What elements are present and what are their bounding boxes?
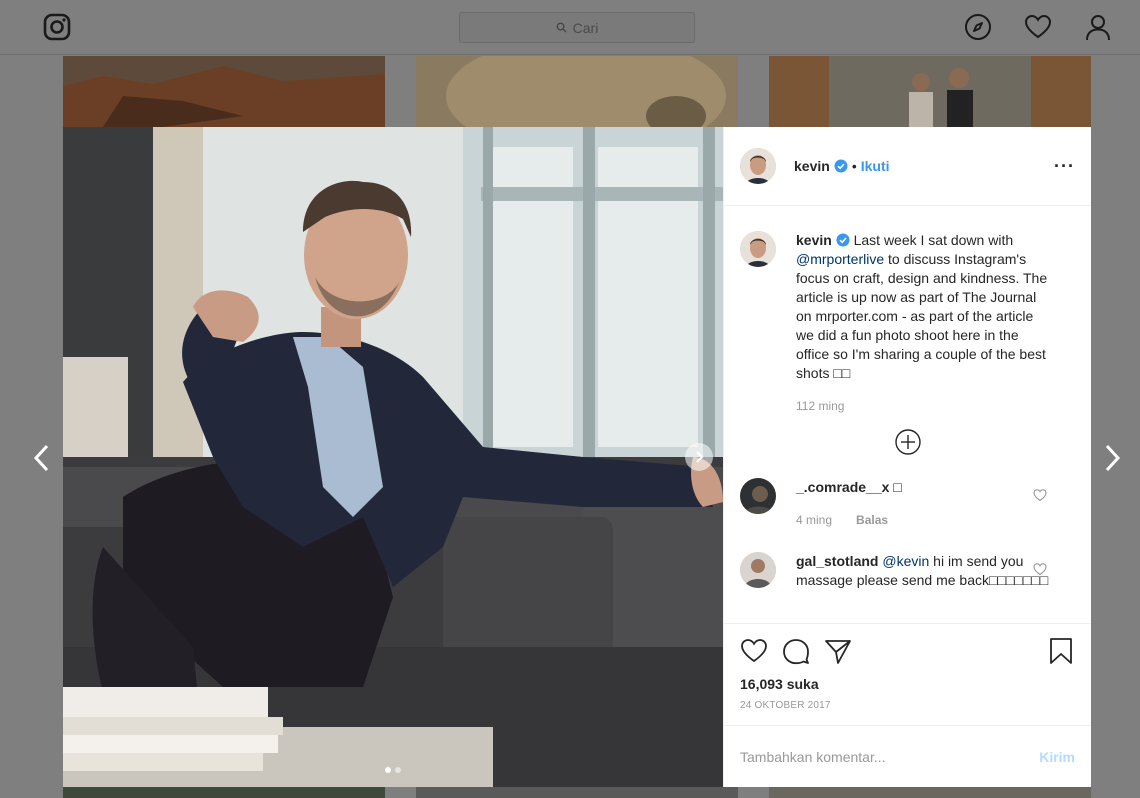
commenter-avatar[interactable] bbox=[740, 478, 776, 514]
more-options-button[interactable]: ··· bbox=[1054, 156, 1075, 177]
carousel-next-button[interactable] bbox=[685, 443, 713, 471]
search-input[interactable]: Cari bbox=[459, 12, 695, 43]
post-comment-button[interactable]: Kirim bbox=[1039, 749, 1075, 765]
author-avatar[interactable] bbox=[740, 148, 776, 184]
grid-thumbnail[interactable] bbox=[63, 787, 385, 798]
carousel-indicator bbox=[63, 767, 723, 773]
comment-username[interactable]: _.comrade__x bbox=[796, 479, 889, 495]
comment-body: _.comrade__x □ 4 ming Balas bbox=[796, 478, 1052, 530]
heart-icon[interactable] bbox=[1024, 13, 1052, 41]
chevron-right-icon[interactable] bbox=[1102, 442, 1122, 474]
caption-text-start: Last week I sat down with bbox=[853, 232, 1014, 248]
heart-icon[interactable] bbox=[740, 637, 768, 665]
post-photo[interactable] bbox=[63, 127, 723, 787]
grid-thumbnail[interactable] bbox=[63, 56, 385, 127]
grid-thumbnail[interactable] bbox=[416, 56, 738, 127]
carousel-dot bbox=[395, 767, 401, 773]
likes-count[interactable]: 16,093 suka bbox=[740, 676, 1075, 692]
search-icon bbox=[556, 22, 567, 33]
caption-meta: 112 ming bbox=[796, 397, 1052, 416]
post-header: kevin • Ikuti ··· bbox=[724, 127, 1091, 206]
post-modal: kevin • Ikuti ··· kevin Last week I sat … bbox=[63, 127, 1091, 787]
reply-button[interactable]: Balas bbox=[856, 511, 888, 530]
follow-button[interactable]: Ikuti bbox=[861, 158, 890, 174]
author-username[interactable]: kevin bbox=[794, 158, 830, 174]
instagram-logo-icon[interactable] bbox=[43, 13, 71, 41]
comment-meta: 4 ming Balas bbox=[796, 511, 1052, 530]
caption-username[interactable]: kevin bbox=[796, 232, 832, 248]
post-sidebar: kevin • Ikuti ··· kevin Last week I sat … bbox=[723, 127, 1091, 787]
comment-username[interactable]: gal_stotland bbox=[796, 553, 878, 569]
comment-body: gal_stotland @kevin hi im send you massa… bbox=[796, 552, 1052, 590]
comment-mention-link[interactable]: @kevin bbox=[882, 553, 929, 569]
chevron-right-icon bbox=[696, 451, 704, 463]
comment-age: 4 ming bbox=[796, 513, 833, 527]
plus-circle-icon bbox=[894, 429, 921, 455]
share-icon[interactable] bbox=[824, 637, 852, 665]
add-comment-box: Kirim bbox=[724, 725, 1091, 787]
action-bar bbox=[740, 634, 1075, 668]
load-more-comments[interactable] bbox=[740, 428, 1075, 456]
bookmark-icon[interactable] bbox=[1047, 637, 1075, 665]
caption: kevin Last week I sat down with @mrporte… bbox=[740, 231, 1075, 416]
verified-icon bbox=[836, 233, 850, 247]
caption-avatar[interactable] bbox=[740, 231, 776, 267]
caption-age: 112 ming bbox=[796, 399, 845, 413]
grid-thumbnail[interactable] bbox=[416, 787, 738, 798]
comment-item: _.comrade__x □ 4 ming Balas bbox=[740, 478, 1075, 530]
verified-icon bbox=[834, 159, 848, 173]
separator-dot: • bbox=[851, 158, 857, 174]
comments-list: kevin Last week I sat down with @mrporte… bbox=[724, 207, 1091, 623]
compass-icon[interactable] bbox=[964, 13, 992, 41]
profile-icon[interactable] bbox=[1084, 13, 1112, 41]
comment-icon[interactable] bbox=[782, 637, 810, 665]
carousel-dot-active bbox=[385, 767, 391, 773]
comment-item: gal_stotland @kevin hi im send you massa… bbox=[740, 552, 1075, 590]
comment-text: □ bbox=[893, 479, 902, 495]
search-placeholder: Cari bbox=[572, 19, 599, 36]
heart-icon[interactable] bbox=[1033, 488, 1047, 502]
caption-body: kevin Last week I sat down with @mrporte… bbox=[796, 231, 1052, 416]
comment-input[interactable] bbox=[740, 748, 1040, 765]
heart-icon[interactable] bbox=[1033, 562, 1047, 576]
commenter-avatar[interactable] bbox=[740, 552, 776, 588]
post-actions: 16,093 suka 24 OKTOBER 2017 bbox=[724, 623, 1091, 725]
caption-text-end: to discuss Instagram's focus on craft, d… bbox=[796, 251, 1048, 381]
post-date: 24 OKTOBER 2017 bbox=[740, 700, 831, 711]
caption-mention-link[interactable]: @mrporterlive bbox=[796, 251, 884, 267]
grid-thumbnail[interactable] bbox=[769, 56, 1091, 127]
top-navigation-bar: Cari bbox=[0, 0, 1140, 55]
grid-thumbnail[interactable] bbox=[769, 787, 1091, 798]
chevron-left-icon[interactable] bbox=[32, 442, 52, 474]
